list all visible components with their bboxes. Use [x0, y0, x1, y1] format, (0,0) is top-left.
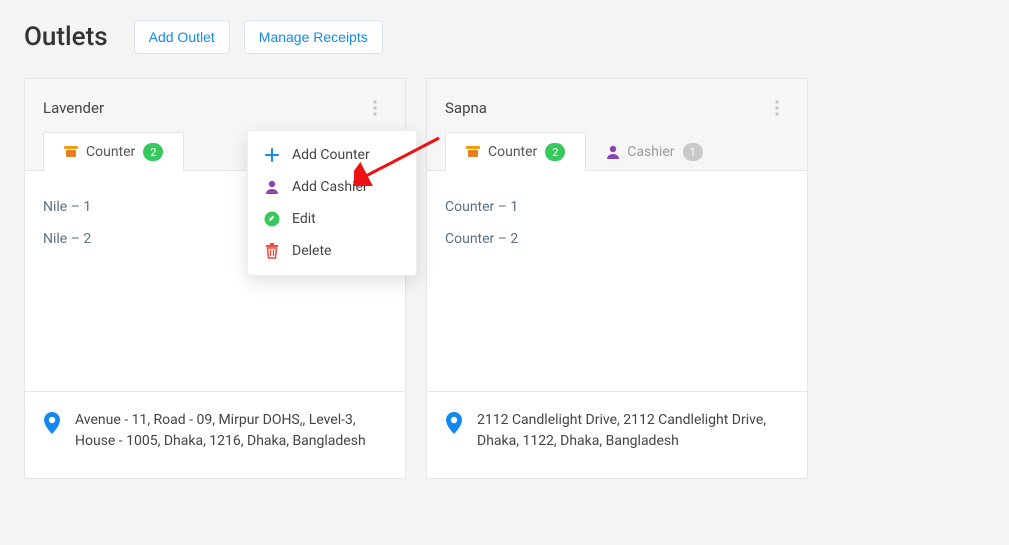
add-outlet-button[interactable]: Add Outlet: [134, 20, 230, 54]
outlet-address: Avenue - 11, Road - 09, Mirpur DOHS,, Le…: [75, 410, 387, 452]
tab-counter-label: Counter: [488, 144, 537, 160]
counter-icon: [64, 146, 78, 158]
tab-cashier[interactable]: Cashier 1: [586, 132, 723, 171]
kebab-icon[interactable]: [765, 96, 789, 120]
counter-count-badge: 2: [143, 143, 163, 161]
menu-edit-label: Edit: [292, 211, 316, 227]
plus-icon: [264, 147, 280, 163]
trash-icon: [264, 243, 280, 259]
manage-receipts-button[interactable]: Manage Receipts: [244, 20, 383, 54]
outlet-actions-dropdown: Add Counter Add Cashier Edit Delete: [247, 130, 417, 276]
menu-add-cashier-label: Add Cashier: [292, 179, 368, 195]
menu-add-cashier[interactable]: Add Cashier: [248, 171, 416, 203]
location-pin-icon: [43, 412, 61, 434]
location-pin-icon: [445, 412, 463, 434]
kebab-icon[interactable]: [363, 96, 387, 120]
counter-icon: [466, 146, 480, 158]
outlet-name: Lavender: [43, 99, 104, 117]
menu-edit[interactable]: Edit: [248, 203, 416, 235]
menu-add-counter[interactable]: Add Counter: [248, 139, 416, 171]
tab-cashier-label: Cashier: [627, 144, 674, 160]
tab-counter[interactable]: Counter 2: [43, 132, 184, 171]
list-item: Counter – 2: [445, 223, 789, 255]
page-title: Outlets: [24, 22, 108, 52]
outlet-name: Sapna: [445, 99, 487, 117]
outlet-card: Sapna Counter 2: [426, 78, 808, 479]
menu-add-counter-label: Add Counter: [292, 147, 370, 163]
counter-count-badge: 2: [545, 143, 565, 161]
cashier-icon: [607, 145, 619, 159]
tab-counter[interactable]: Counter 2: [445, 132, 586, 171]
cashier-icon: [264, 179, 280, 195]
tab-counter-label: Counter: [86, 144, 135, 160]
menu-delete-label: Delete: [292, 243, 331, 259]
list-item: Counter – 1: [445, 191, 789, 223]
cashier-count-badge: 1: [683, 143, 703, 161]
outlet-address: 2112 Candlelight Drive, 2112 Candlelight…: [477, 410, 789, 452]
menu-delete[interactable]: Delete: [248, 235, 416, 267]
edit-icon: [264, 211, 280, 227]
